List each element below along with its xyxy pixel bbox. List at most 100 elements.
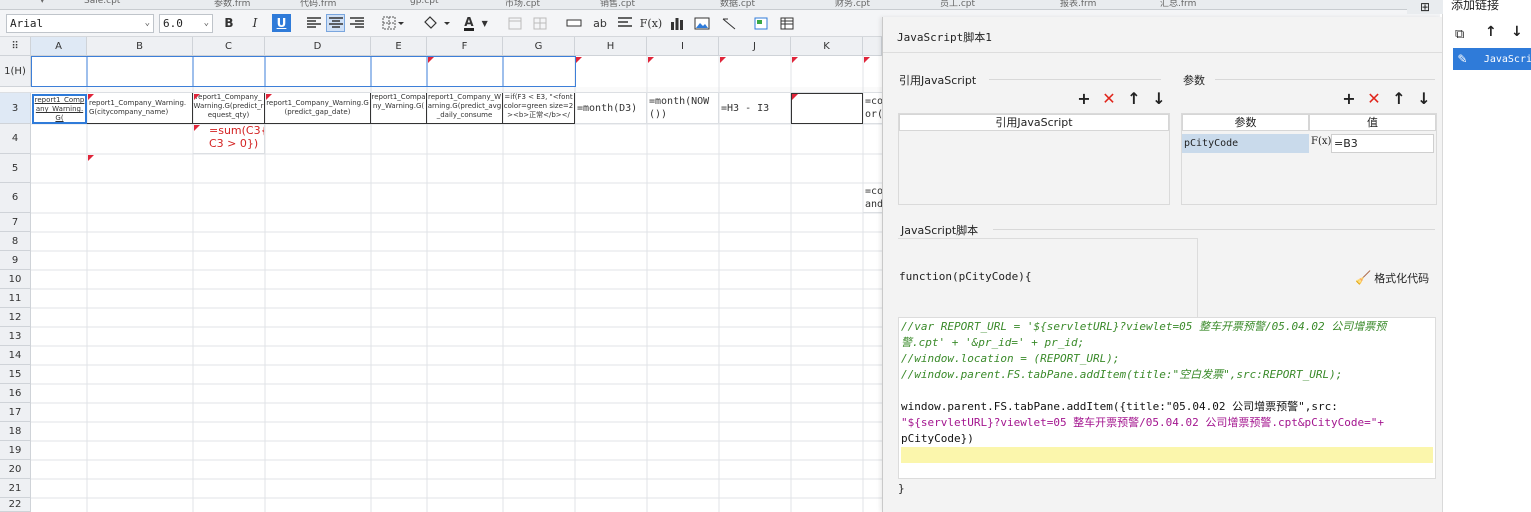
move-up-icon[interactable]: ↑ [1485,24,1497,40]
cell-e3[interactable]: report1_Company_Warning.G( [371,93,427,124]
move-down-icon[interactable]: ↓ [1416,91,1432,107]
column-header[interactable]: K [791,37,863,56]
cell-l3[interactable]: =co or( [863,93,882,124]
tab-dropdown-icon[interactable]: ▾ [40,0,45,9]
row-header[interactable]: 21 [0,479,31,498]
link-list-item[interactable]: ✎ JavaScri [1453,48,1531,70]
cell-attributes-icon[interactable] [778,14,796,32]
row-header[interactable]: 9 [0,251,31,270]
border-icon[interactable] [380,14,406,32]
font-family-select[interactable]: Arial ⌄ [6,14,154,33]
italic-button[interactable]: I [246,14,264,32]
row-header[interactable]: 4 [0,124,31,154]
param-table[interactable]: 参数 值 pCityCode F(x) =B3 [1181,113,1437,205]
param-formula-button[interactable]: F(x) [1311,134,1331,153]
file-tab[interactable]: 数据.cpt [720,0,755,9]
column-header[interactable]: G [503,37,575,56]
code-editor[interactable]: //var REPORT_URL = '${servletURL}?viewle… [898,317,1436,479]
file-tab[interactable]: 员工.cpt [940,0,975,9]
row-header[interactable]: 3 [0,93,31,124]
file-tab[interactable]: 代码.frm [300,0,336,9]
underline-button[interactable]: U [272,14,291,32]
ref-js-list[interactable]: 引用JavaScript [898,113,1170,205]
grid-settings-icon[interactable]: ⊞ [1407,0,1443,14]
row-header[interactable]: 10 [0,270,31,289]
row-header[interactable]: 6 [0,183,31,213]
row-header[interactable]: 16 [0,384,31,403]
row-header[interactable]: 20 [0,460,31,479]
row-header[interactable]: 22 [0,498,31,512]
font-color-icon[interactable]: A ▼ [460,14,492,32]
cell-b3[interactable]: report1_Company_Warning.G(citycompany_na… [87,93,193,124]
font-size-select[interactable]: 6.0 ⌄ [159,14,213,33]
row-header[interactable]: 7 [0,213,31,232]
delete-icon[interactable]: ✕ [1101,91,1117,107]
file-tab[interactable]: 销售.cpt [600,0,635,9]
split-cells-icon[interactable] [531,14,549,32]
row-header[interactable]: 11 [0,289,31,308]
param-value-input[interactable]: =B3 [1331,134,1434,153]
row-header[interactable]: 15 [0,365,31,384]
formula-button[interactable]: F(x) [640,14,662,32]
file-tab[interactable]: 报表.frm [1060,0,1096,9]
row-header[interactable]: 13 [0,327,31,346]
fill-color-icon[interactable] [420,14,452,32]
column-header[interactable]: B [87,37,193,56]
file-tab[interactable]: 汇总.frm [1160,0,1196,9]
cell-f3[interactable]: report1_Company_Warning.G(predict_avg_da… [427,93,503,124]
cell-a3[interactable]: report1_Company_Warning.G( [32,94,87,124]
bold-button[interactable]: B [220,14,238,32]
cell-i3[interactable]: =month(NOW()) [647,93,719,124]
select-all-corner[interactable]: ⠿ [0,37,31,56]
delete-icon[interactable]: ✕ [1366,91,1382,107]
row-header[interactable]: 5 [0,154,31,183]
text-style-button[interactable]: ab [591,14,609,32]
cell-g3[interactable]: =if(F3 < E3, "<font color=green size=2><… [503,93,575,124]
file-tab[interactable]: gp.cpt [410,0,438,9]
row-header[interactable]: 12 [0,308,31,327]
column-header[interactable]: F [427,37,503,56]
column-header[interactable]: D [265,37,371,56]
report-grid[interactable]: ⠿ A B C D E F G H I J K 1(H) 3 4 5 6 7 8… [0,37,882,512]
move-down-icon[interactable]: ↓ [1151,91,1167,107]
merge-cells-icon[interactable] [506,14,524,32]
move-down-icon[interactable]: ↓ [1511,24,1523,40]
file-tab[interactable]: 参数.frm [214,0,250,9]
column-header-partial[interactable] [863,37,882,56]
cell-c4[interactable]: =sum(C3{ C3 > 0}) [193,124,265,154]
column-header[interactable]: A [31,37,87,56]
image-icon[interactable] [693,14,711,32]
column-header[interactable]: E [371,37,427,56]
copy-icon[interactable]: ⧉ [1455,27,1464,42]
row-header[interactable]: 8 [0,232,31,251]
column-header[interactable]: I [647,37,719,56]
cell-j3[interactable]: =H3 - I3 [719,93,791,124]
text-wrap-icon[interactable] [616,14,634,32]
column-header[interactable]: C [193,37,265,56]
row-header[interactable]: 1(H) [0,56,31,87]
row-header[interactable]: 19 [0,441,31,460]
row-header[interactable]: 17 [0,403,31,422]
add-icon[interactable]: + [1076,91,1092,107]
param-name-cell[interactable]: pCityCode [1182,134,1309,153]
cell-k3[interactable] [791,93,863,124]
file-tab[interactable]: Sale.cpt [84,0,120,9]
cell-c3[interactable]: report1_Company_Warning.G(predict_reques… [193,93,265,124]
align-center-icon[interactable] [326,14,345,32]
format-code-button[interactable]: 🧹 格式化代码 [1355,270,1429,286]
column-header[interactable]: J [719,37,791,56]
align-left-icon[interactable] [305,14,323,32]
move-up-icon[interactable]: ↑ [1391,91,1407,107]
cell-element-icon[interactable] [752,14,770,32]
chart-icon[interactable] [668,14,686,32]
move-up-icon[interactable]: ↑ [1126,91,1142,107]
column-header[interactable]: H [575,37,647,56]
text-field-icon[interactable] [564,14,584,32]
cell-l6[interactable]: =co and [863,183,882,213]
file-tab[interactable]: 财务.cpt [835,0,870,9]
add-icon[interactable]: + [1341,91,1357,107]
row-header[interactable]: 18 [0,422,31,441]
row-header[interactable]: 14 [0,346,31,365]
file-tab[interactable]: 市场.cpt [505,0,540,9]
cell-d3[interactable]: report1_Company_Warning.G(predict_gap_da… [265,93,371,124]
